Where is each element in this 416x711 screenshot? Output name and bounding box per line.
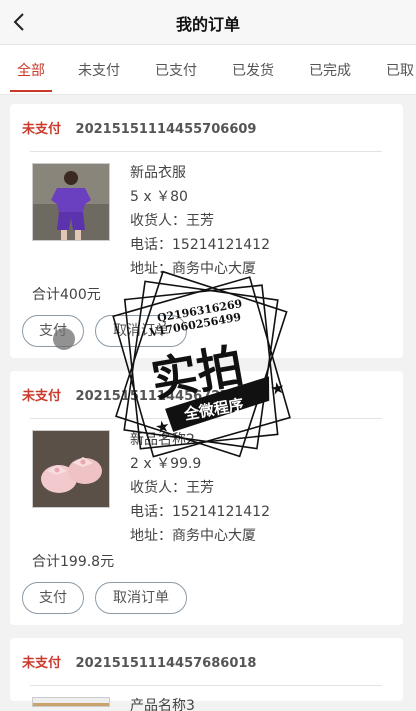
order-status: 未支付 [22,122,62,137]
navbar: 我的订单 [0,0,416,45]
order-header: 未支付 2021515111445672702 [22,385,247,404]
tab-shipped[interactable]: 已发货 [232,60,274,80]
order-tabs: 全部 未支付 已支付 已发货 已完成 已取 [0,45,416,95]
product-name: 新品名称2 [130,432,195,448]
active-tab-indicator [10,90,52,92]
address: 地址：商务中心大厦 [130,528,256,544]
divider [30,418,382,419]
cancel-order-button[interactable]: 取消订单 [95,582,187,614]
address: 地址：商务中心大厦 [130,261,256,277]
phone: 电话：15214121412 [130,504,270,520]
recipient: 收货人：王芳 [130,213,214,229]
divider [30,151,382,152]
quantity-price: 2 x ￥99.9 [130,456,202,472]
product-info: 新品衣服 5 x ￥80 收货人：王芳 电话：15214121412 地址：商务… [130,163,270,283]
order-status: 未支付 [22,389,62,404]
divider [30,685,382,686]
page-title: 我的订单 [175,15,240,34]
order-card: 未支付 20215151114455706609 新品衣服 5 x ￥80 收货… [10,104,403,358]
touch-indicator [53,328,75,350]
product-image[interactable] [32,163,110,241]
tab-all[interactable]: 全部 [17,60,45,80]
product-name: 新品衣服 [130,165,186,181]
recipient: 收货人：王芳 [130,480,214,496]
tab-completed[interactable]: 已完成 [309,60,351,80]
order-total: 合计400元 [32,287,101,303]
pay-button[interactable]: 支付 [22,582,84,614]
order-card: 未支付 2021515111445672702 新品名称2 2 x ￥99.9 … [10,371,403,625]
order-header: 未支付 20215151114455706609 [22,118,256,137]
tab-cancelled[interactable]: 已取 [386,60,414,80]
order-status: 未支付 [22,656,62,671]
order-total: 合计199.8元 [32,554,115,570]
order-number: 20215151114455706609 [75,122,257,137]
product-image[interactable] [32,430,110,508]
product-image[interactable] [32,697,110,707]
order-header: 未支付 20215151114457686018 [22,652,256,671]
order-card: 未支付 20215151114457686018 产品名称3 [10,638,403,711]
product-name: 产品名称3 [130,698,195,711]
quantity-price: 5 x ￥80 [130,189,188,205]
product-info: 新品名称2 2 x ￥99.9 收货人：王芳 电话：15214121412 地址… [130,430,270,550]
cancel-order-button[interactable]: 取消订单 [95,315,187,347]
order-number: 20215151114457686018 [75,656,257,671]
tab-paid[interactable]: 已支付 [155,60,197,80]
phone: 电话：15214121412 [130,237,270,253]
order-number: 2021515111445672702 [75,389,248,404]
tab-unpaid[interactable]: 未支付 [78,60,120,80]
product-info: 产品名称3 [130,697,195,711]
